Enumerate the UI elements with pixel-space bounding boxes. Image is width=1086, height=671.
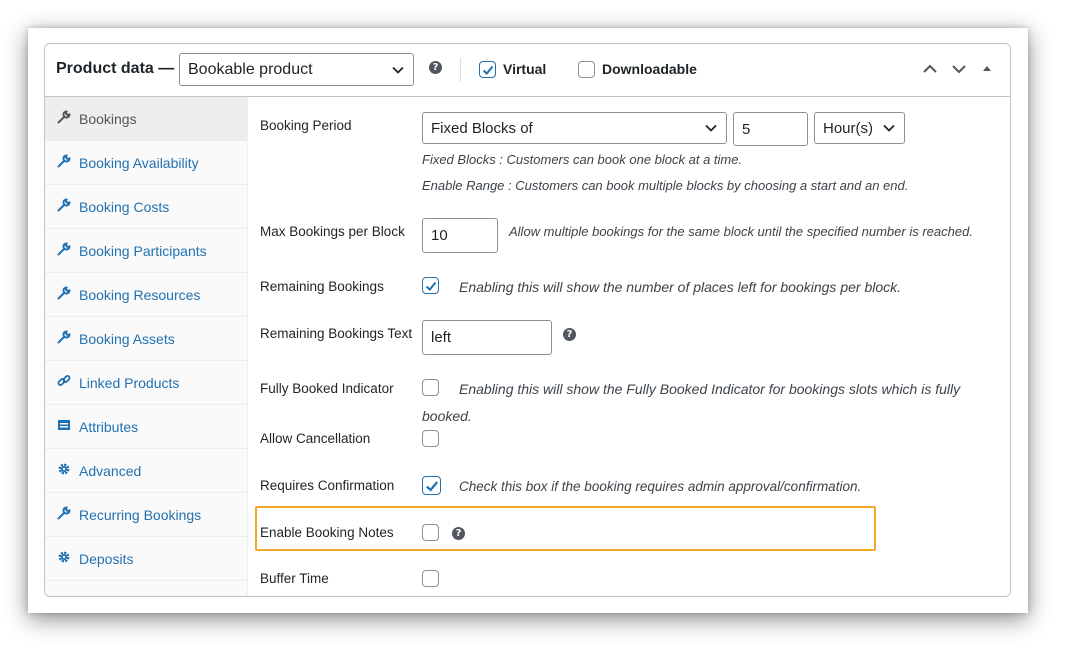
booking-period-amount-input[interactable]: 5 xyxy=(733,112,808,146)
tab-linked-products[interactable]: Linked Products xyxy=(45,361,247,405)
booking-period-desc-fixed: Fixed Blocks : Customers can book one bl… xyxy=(422,152,743,167)
downloadable-label: Downloadable xyxy=(602,61,697,77)
tab-recurring-bookings[interactable]: Recurring Bookings xyxy=(45,493,247,537)
header-divider xyxy=(460,58,461,82)
bookings-panel: Booking Period Fixed Blocks of 5 Hour(s)… xyxy=(248,97,1010,596)
wrench-icon xyxy=(57,110,71,124)
booking-period-desc-range: Enable Range : Customers can book multip… xyxy=(422,178,909,193)
remaining-bookings-label: Remaining Bookings xyxy=(260,279,384,294)
downloadable-checkbox[interactable] xyxy=(578,61,595,78)
tab-booking-participants[interactable]: Booking Participants xyxy=(45,229,247,273)
tab-booking-availability[interactable]: Booking Availability xyxy=(45,141,247,185)
tab-label: Booking Costs xyxy=(79,199,170,215)
wrench-icon xyxy=(57,330,71,344)
tab-advanced[interactable]: Advanced xyxy=(45,449,247,493)
booking-notes-label: Enable Booking Notes xyxy=(260,525,394,540)
tab-label: Linked Products xyxy=(79,375,180,391)
help-icon[interactable]: ? xyxy=(429,61,442,74)
checkmark-icon xyxy=(425,281,437,291)
max-bookings-label: Max Bookings per Block xyxy=(260,224,405,239)
product-type-value: Bookable product xyxy=(188,60,313,78)
remaining-bookings-desc: Enabling this will show the number of pl… xyxy=(459,279,902,295)
tab-attributes[interactable]: Attributes xyxy=(45,405,247,449)
booking-period-type-select[interactable]: Fixed Blocks of xyxy=(422,112,727,144)
tab-label: Bookings xyxy=(79,111,137,127)
allow-cancellation-checkbox[interactable] xyxy=(422,430,439,447)
booking-period-unit-select[interactable]: Hour(s) xyxy=(814,112,905,144)
fully-booked-label: Fully Booked Indicator xyxy=(260,381,394,396)
chevron-down-icon xyxy=(705,124,717,132)
requires-confirmation-desc: Check this box if the booking requires a… xyxy=(459,479,862,494)
fully-booked-desc-line2: booked. xyxy=(422,408,472,424)
remaining-text-label: Remaining Bookings Text xyxy=(260,326,413,341)
buffer-time-checkbox[interactable] xyxy=(422,570,439,587)
wrench-icon xyxy=(57,242,71,256)
product-data-title: Product data — xyxy=(56,60,175,77)
tab-label: Booking Assets xyxy=(79,331,175,347)
tab-deposits[interactable]: Deposits xyxy=(45,537,247,581)
wrench-icon xyxy=(57,286,71,300)
booking-period-type-value: Fixed Blocks of xyxy=(431,119,533,137)
virtual-label: Virtual xyxy=(503,61,547,77)
move-up-icon[interactable] xyxy=(921,60,939,78)
help-icon[interactable]: ? xyxy=(563,328,576,341)
tab-label: Advanced xyxy=(79,463,142,479)
product-data-header: Product data — Bookable product ? Virtua… xyxy=(45,44,1010,97)
table-icon xyxy=(58,420,70,430)
booking-notes-checkbox[interactable] xyxy=(422,524,439,541)
booking-period-label: Booking Period xyxy=(260,118,352,133)
link-icon xyxy=(57,375,71,386)
product-type-select[interactable]: Bookable product xyxy=(179,53,414,86)
max-bookings-value: 10 xyxy=(431,227,448,244)
gear-icon xyxy=(58,463,70,475)
collapse-toggle-icon[interactable] xyxy=(978,60,996,78)
remaining-text-input[interactable]: left xyxy=(422,320,552,355)
tab-label: Recurring Bookings xyxy=(79,507,202,523)
tab-label: Deposits xyxy=(79,551,134,567)
checkmark-icon xyxy=(426,481,439,492)
booking-period-unit-value: Hour(s) xyxy=(823,119,874,137)
remaining-text-value: left xyxy=(431,329,452,346)
gear-icon xyxy=(58,551,70,563)
tab-label: Booking Availability xyxy=(79,155,199,171)
wrench-icon xyxy=(57,198,71,212)
max-bookings-input[interactable]: 10 xyxy=(422,218,498,253)
product-data-panel: Product data — Bookable product ? Virtua… xyxy=(44,43,1011,597)
chevron-down-icon xyxy=(883,124,895,132)
tab-bookings[interactable]: Bookings xyxy=(45,97,247,141)
allow-cancellation-label: Allow Cancellation xyxy=(260,431,371,446)
max-bookings-desc: Allow multiple bookings for the same blo… xyxy=(509,224,973,239)
move-down-icon[interactable] xyxy=(950,60,968,78)
wrench-icon xyxy=(57,154,71,168)
booking-period-amount-value: 5 xyxy=(742,120,751,138)
fully-booked-checkbox[interactable] xyxy=(422,379,439,396)
wrench-icon xyxy=(57,506,71,520)
requires-confirmation-checkbox[interactable] xyxy=(422,476,441,495)
fully-booked-desc-line1: Enabling this will show the Fully Booked… xyxy=(459,381,961,397)
checkmark-icon xyxy=(482,65,494,75)
remaining-bookings-checkbox[interactable] xyxy=(422,277,439,294)
tab-label: Booking Participants xyxy=(79,243,207,259)
tab-booking-resources[interactable]: Booking Resources xyxy=(45,273,247,317)
product-data-tabs: Bookings Booking Availability Booking Co… xyxy=(45,97,248,596)
buffer-time-label: Buffer Time xyxy=(260,571,329,586)
requires-confirmation-label: Requires Confirmation xyxy=(260,478,395,493)
chevron-down-icon xyxy=(392,66,404,74)
tab-label: Attributes xyxy=(79,419,139,435)
tab-booking-costs[interactable]: Booking Costs xyxy=(45,185,247,229)
virtual-checkbox[interactable] xyxy=(479,61,496,78)
help-icon[interactable]: ? xyxy=(452,527,465,540)
tab-booking-assets[interactable]: Booking Assets xyxy=(45,317,247,361)
tab-label: Booking Resources xyxy=(79,287,201,303)
